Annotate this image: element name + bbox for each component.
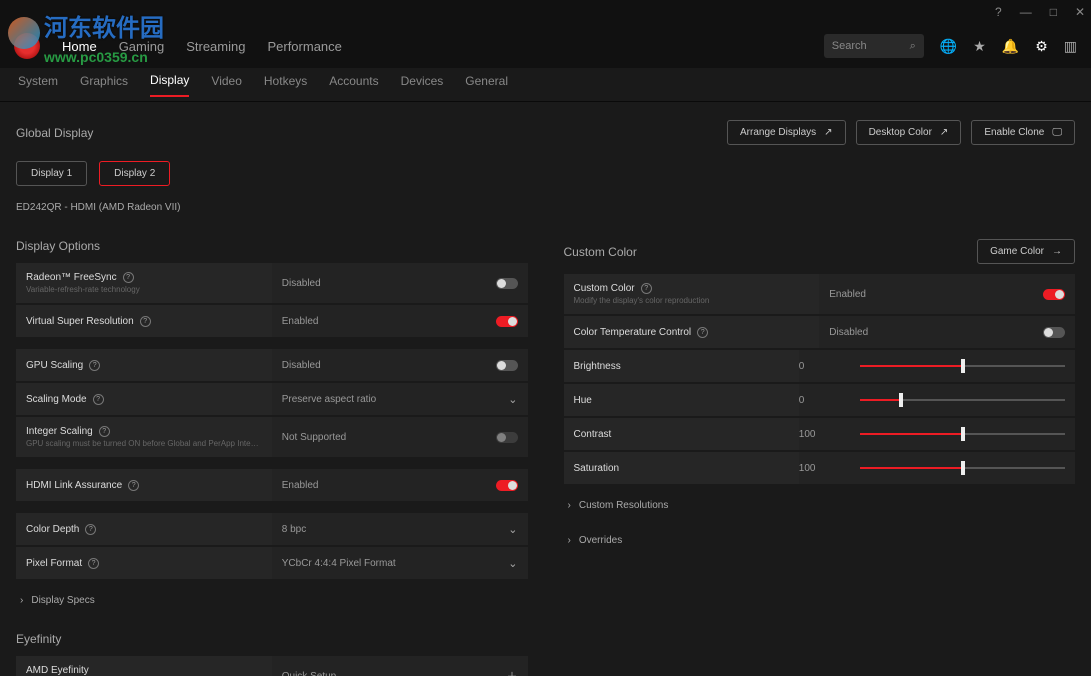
setting-gpu-scaling: GPU Scaling? Disabled [16,349,528,381]
eyefinity-title: Eyefinity [16,632,528,646]
info-icon[interactable]: ? [85,524,96,535]
maximize-icon[interactable]: □ [1050,5,1057,19]
setting-custom-color: Custom Color?Modify the display's color … [564,274,1076,314]
display-specs-expand[interactable]: ›Display Specs [16,587,528,614]
hdmi-link-toggle[interactable] [496,480,518,491]
app-logo-icon [14,33,40,59]
custom-color-panel: Custom Color Game Color→ Custom Color?Mo… [564,239,1076,676]
setting-color-temp: Color Temperature Control? Disabled [564,316,1076,348]
nav-streaming[interactable]: Streaming [186,39,245,54]
chevron-right-icon: › [20,595,23,606]
nav-home[interactable]: Home [62,39,97,54]
freesync-toggle[interactable] [496,278,518,289]
display-options-panel: Display Options Radeon™ FreeSync?Variabl… [16,239,528,676]
tab-display-2[interactable]: Display 2 [99,161,170,186]
minimize-icon[interactable]: — [1020,5,1032,19]
display-identifier: ED242QR - HDMI (AMD Radeon VII) [16,202,1075,213]
enable-clone-button[interactable]: Enable Clone🖵 [971,120,1075,145]
subnav-hotkeys[interactable]: Hotkeys [264,74,307,96]
slider-contrast: Contrast 100 [564,418,1076,450]
chevron-down-icon: ⌄ [508,557,517,570]
info-icon[interactable]: ? [128,480,139,491]
close-icon[interactable]: ✕ [1075,5,1085,19]
info-icon[interactable]: ? [697,327,708,338]
chevron-down-icon: ⌄ [508,523,517,536]
gpu-scaling-toggle[interactable] [496,360,518,371]
arrange-displays-button[interactable]: Arrange Displays↗ [727,120,846,145]
setting-integer-scaling: Integer Scaling?GPU scaling must be turn… [16,417,528,457]
subnav-display[interactable]: Display [150,73,189,97]
subnav-devices[interactable]: Devices [401,74,444,96]
nav-gaming[interactable]: Gaming [119,39,165,54]
arrow-right-icon: → [1052,246,1062,257]
info-icon[interactable]: ? [88,558,99,569]
setting-vsr: Virtual Super Resolution? Enabled [16,305,528,337]
plus-icon[interactable]: ＋ [507,668,518,676]
hue-slider[interactable] [860,399,1065,401]
info-icon[interactable]: ? [89,360,100,371]
chevron-right-icon: › [568,535,571,546]
subnav-general[interactable]: General [465,74,508,96]
gear-icon[interactable]: ⚙ [1035,38,1048,55]
sub-nav: System Graphics Display Video Hotkeys Ac… [0,68,1091,102]
web-icon[interactable]: 🌐 [940,38,957,55]
search-icon: ⌕ [910,40,916,53]
window-titlebar: ? — □ ✕ [0,0,1091,24]
setting-color-depth[interactable]: Color Depth? 8 bpc⌄ [16,513,528,545]
setting-pixel-format[interactable]: Pixel Format? YCbCr 4:4:4 Pixel Format⌄ [16,547,528,579]
subnav-accounts[interactable]: Accounts [329,74,378,96]
search-placeholder: Search [832,40,867,52]
setting-scaling-mode[interactable]: Scaling Mode? Preserve aspect ratio⌄ [16,383,528,415]
info-icon[interactable]: ? [641,283,652,294]
chevron-right-icon: › [568,500,571,511]
info-icon[interactable]: ? [99,426,110,437]
panel-icon[interactable]: ▥ [1064,38,1077,55]
star-icon[interactable]: ★ [973,38,986,55]
desktop-color-button[interactable]: Desktop Color↗ [856,120,962,145]
custom-color-toggle[interactable] [1043,289,1065,300]
slider-hue: Hue 0 [564,384,1076,416]
search-input[interactable]: Search ⌕ [824,34,924,58]
subnav-graphics[interactable]: Graphics [80,74,128,96]
display-options-title: Display Options [16,239,100,253]
main-nav: Home Gaming Streaming Performance Search… [0,24,1091,68]
custom-resolutions-expand[interactable]: ›Custom Resolutions [564,492,1076,519]
popout-icon: ↗ [940,127,948,138]
contrast-slider[interactable] [860,433,1065,435]
slider-brightness: Brightness 0 [564,350,1076,382]
subnav-system[interactable]: System [18,74,58,96]
monitor-icon: 🖵 [1052,127,1062,138]
popout-icon: ↗ [824,127,832,138]
info-icon[interactable]: ? [93,394,104,405]
custom-color-title: Custom Color [564,245,637,259]
bell-icon[interactable]: 🔔 [1002,38,1019,55]
setting-eyefinity: AMD EyefinityCombine multiple displays t… [16,656,528,676]
vsr-toggle[interactable] [496,316,518,327]
page-title: Global Display [16,126,93,140]
nav-performance[interactable]: Performance [267,39,341,54]
content-area: Global Display Arrange Displays↗ Desktop… [0,102,1091,676]
slider-saturation: Saturation 100 [564,452,1076,484]
color-temp-toggle[interactable] [1043,327,1065,338]
subnav-video[interactable]: Video [211,74,241,96]
help-icon[interactable]: ? [995,5,1002,19]
setting-freesync: Radeon™ FreeSync?Variable-refresh-rate t… [16,263,528,303]
overrides-expand[interactable]: ›Overrides [564,527,1076,554]
setting-hdmi-link: HDMI Link Assurance? Enabled [16,469,528,501]
tab-display-1[interactable]: Display 1 [16,161,87,186]
game-color-button[interactable]: Game Color→ [977,239,1075,264]
saturation-slider[interactable] [860,467,1065,469]
info-icon[interactable]: ? [123,272,134,283]
info-icon[interactable]: ? [140,316,151,327]
integer-scaling-toggle [496,432,518,443]
brightness-slider[interactable] [860,365,1065,367]
chevron-down-icon: ⌄ [508,393,517,406]
